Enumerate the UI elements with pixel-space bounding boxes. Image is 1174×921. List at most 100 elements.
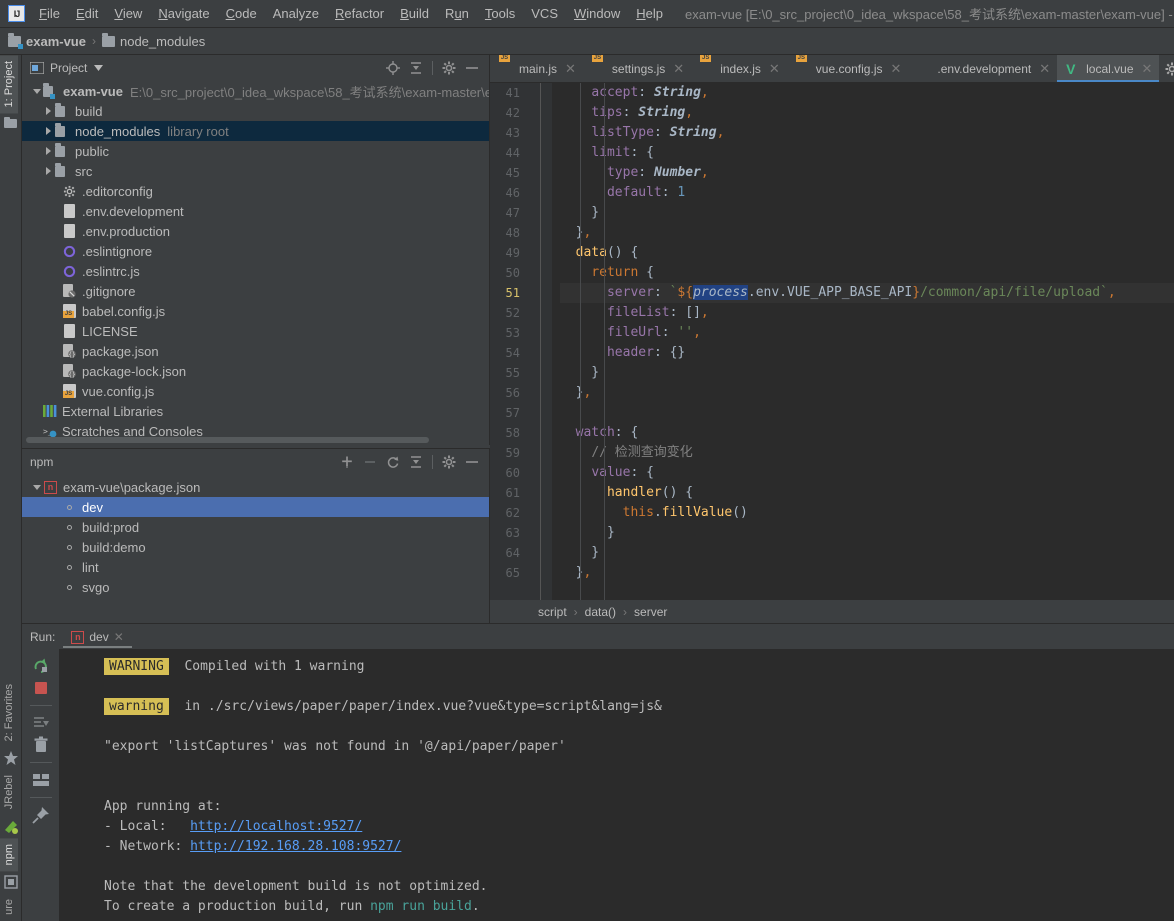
npm-script-svgo[interactable]: svgo [22,577,489,597]
stop-icon[interactable] [32,679,50,697]
npm-script-lint[interactable]: lint [22,557,489,577]
chevron-down-icon[interactable] [94,65,104,71]
tree-row-env-production[interactable]: .env.production [22,221,489,241]
close-icon[interactable]: ✕ [769,61,780,77]
tree-row-external-libraries[interactable]: External Libraries [22,401,489,421]
gear-icon[interactable] [442,61,456,75]
menu-item-file[interactable]: File [31,2,68,25]
minimize-icon[interactable] [465,455,479,469]
menu-item-help[interactable]: Help [628,2,671,25]
layout-icon[interactable] [32,771,50,789]
local-url-link[interactable]: http://localhost:9527/ [190,819,362,834]
tree-row-editorconfig[interactable]: .editorconfig [22,181,489,201]
menu-item-analyze[interactable]: Analyze [265,2,327,25]
menu-item-navigate[interactable]: Navigate [150,2,217,25]
tree-row-babel-config[interactable]: babel.config.js [22,301,489,321]
editor-tab-env-development[interactable]: .env.development ✕ [908,55,1057,82]
close-icon[interactable]: ✕ [890,61,901,77]
tree-row-package-lock-json[interactable]: {} package-lock.json [22,361,489,381]
editor-tab-index-js[interactable]: index.js ✕ [691,55,787,82]
npm-row-package-json[interactable]: n exam-vue\package.json [22,477,489,497]
project-tree-horizontal-scrollbar[interactable] [26,437,429,443]
breadcrumb-node-modules[interactable]: node_modules [101,32,205,49]
line-number: 58 [505,426,520,440]
sidebar-tab-favorites[interactable]: 2: Favorites [0,678,18,747]
add-icon[interactable] [340,455,354,469]
collapse-all-icon[interactable] [409,455,423,469]
scroll-to-end-icon[interactable] [32,714,50,732]
trash-icon[interactable] [32,736,50,754]
menu-item-refactor[interactable]: Refactor [327,2,392,25]
editor-tab-main-js[interactable]: main.js ✕ [490,55,583,82]
twisty-down-icon[interactable] [30,484,43,490]
tree-row-license[interactable]: LICENSE [22,321,489,341]
menu-item-tools[interactable]: Tools [477,2,523,25]
locate-icon[interactable] [386,61,400,75]
code-view[interactable]: 41 42 43 44 45 46 47 48 49 50 51 52 53 5… [490,83,1174,600]
npm-label: build:prod [82,519,140,535]
network-url-link[interactable]: http://192.168.28.108:9527/ [190,839,401,854]
npm-script-dev[interactable]: dev [22,497,489,517]
breadcrumb-server[interactable]: server [634,605,667,619]
sidebar-tab-project[interactable]: 1: Project [0,55,18,114]
npm-scripts-tree[interactable]: n exam-vue\package.json dev build:prod b… [22,475,489,623]
tree-row-public[interactable]: public [22,141,489,161]
code-text[interactable]: accept: String, tips: String, listType: … [552,83,1174,600]
close-icon[interactable]: ✕ [114,630,124,644]
tree-row-eslintignore[interactable]: .eslintignore [22,241,489,261]
sidebar-tab-jrebel[interactable]: JRebel [0,769,18,815]
tree-row-package-json[interactable]: {} package.json [22,341,489,361]
close-icon[interactable]: ✕ [1142,61,1153,77]
collapse-all-icon[interactable] [409,61,423,75]
remove-icon[interactable] [363,455,377,469]
code-line: this.fillValue() [622,505,748,520]
tree-row-vue-config[interactable]: vue.config.js [22,381,489,401]
menu-item-vcs[interactable]: VCS [523,2,566,25]
menu-item-window[interactable]: Window [566,2,628,25]
close-icon[interactable]: ✕ [565,61,576,77]
breadcrumb-script[interactable]: script [538,605,567,619]
twisty-down-icon[interactable] [30,88,43,94]
refresh-icon[interactable] [386,455,400,469]
tree-row-env-development[interactable]: .env.development [22,201,489,221]
twisty-right-icon[interactable] [42,167,55,175]
sidebar-tab-structure[interactable]: ure [0,893,18,921]
editor-tab-vue-config-js[interactable]: vue.config.js ✕ [787,55,909,82]
menu-item-edit[interactable]: Edit [68,2,106,25]
tree-row-exam-vue[interactable]: exam-vue E:\0_src_project\0_idea_wkspace… [22,81,489,101]
editor-tab-local-vue[interactable]: V local.vue ✕ [1057,55,1160,82]
gear-icon[interactable] [442,455,456,469]
editor-tab-settings-js[interactable]: settings.js ✕ [583,55,691,82]
project-tree[interactable]: exam-vue E:\0_src_project\0_idea_wkspace… [22,81,489,445]
sidebar-tab-npm[interactable]: npm [0,837,18,872]
tree-row-build[interactable]: build [22,101,489,121]
rerun-icon[interactable] [32,657,50,675]
breadcrumb-data[interactable]: data() [585,605,616,619]
close-icon[interactable]: ✕ [673,61,684,77]
tree-row-src[interactable]: src [22,161,489,181]
tree-row-gitignore[interactable]: .gitignore [22,281,489,301]
tree-label: exam-vue [63,83,123,99]
breadcrumb-exam-vue[interactable]: exam-vue [8,32,86,49]
script-bullet-icon [62,584,77,590]
warning-badge: warning [104,698,169,715]
npm-script-build-demo[interactable]: build:demo [22,537,489,557]
run-console[interactable]: WARNING Compiled with 1 warning warning … [60,649,1174,921]
tree-row-eslintrc[interactable]: .eslintrc.js [22,261,489,281]
twisty-right-icon[interactable] [42,127,55,135]
twisty-right-icon[interactable] [42,147,55,155]
menu-item-build[interactable]: Build [392,2,437,25]
tree-row-node-modules[interactable]: node_modules library root [22,121,489,141]
twisty-right-icon[interactable] [42,107,55,115]
run-tab-dev[interactable]: n dev ✕ [63,626,133,648]
menu-item-run[interactable]: Run [437,2,477,25]
npm-script-build-prod[interactable]: build:prod [22,517,489,537]
minimize-icon[interactable] [465,61,479,75]
pin-icon[interactable] [31,806,50,824]
npm-tool-window: npm n exam-vue\package.json dev build:pr… [22,448,490,623]
gear-icon[interactable] [1165,62,1174,76]
structure-folder-icon[interactable] [4,117,18,129]
menu-item-code[interactable]: Code [218,2,265,25]
close-icon[interactable]: ✕ [1039,61,1050,77]
menu-item-view[interactable]: View [106,2,150,25]
